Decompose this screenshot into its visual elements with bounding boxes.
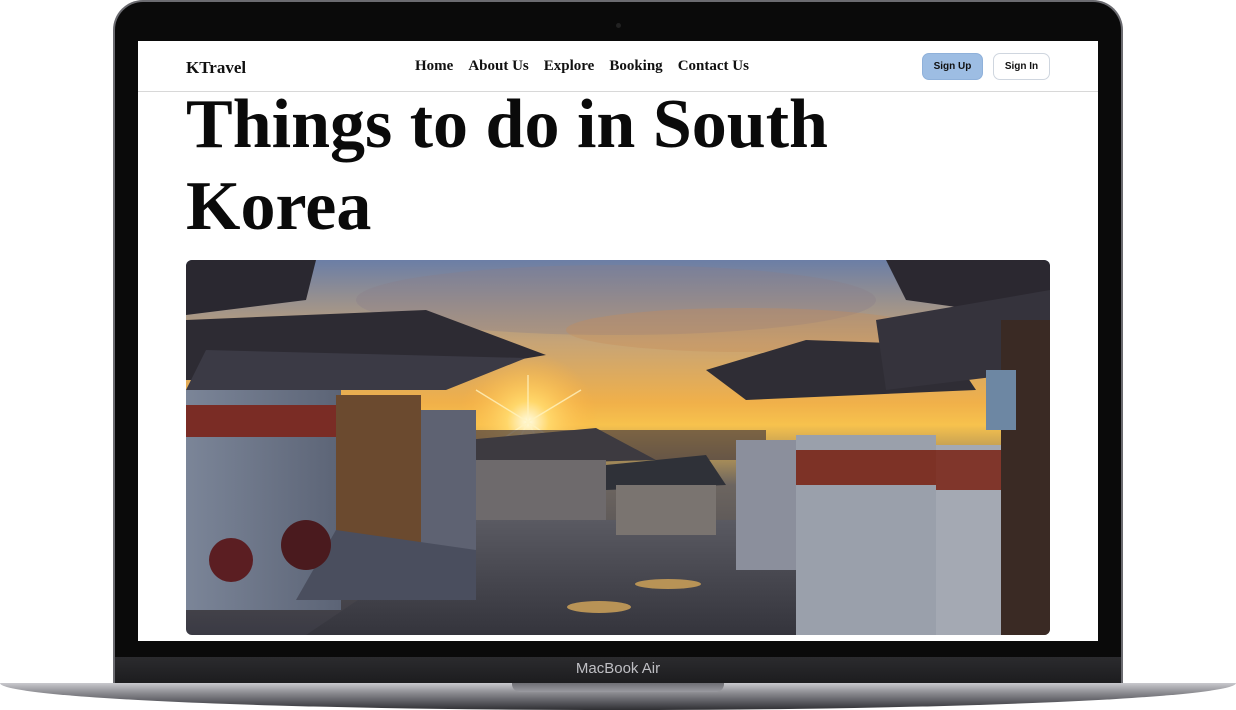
browser-screen: KTravel Home About Us Explore Booking Co… xyxy=(138,41,1098,641)
sign-in-button[interactable]: Sign In xyxy=(993,53,1050,80)
camera-dot xyxy=(616,23,621,28)
page-title: Things to do in South Korea xyxy=(186,86,828,245)
sign-up-button[interactable]: Sign Up xyxy=(922,53,983,80)
nav-link-explore[interactable]: Explore xyxy=(544,58,595,75)
nav-links: Home About Us Explore Booking Contact Us xyxy=(415,58,749,75)
hero-illustration xyxy=(186,260,1050,635)
nav-link-home[interactable]: Home xyxy=(415,58,453,75)
nav-link-contact[interactable]: Contact Us xyxy=(678,58,749,75)
nav-link-booking[interactable]: Booking xyxy=(609,58,662,75)
hero-image-hanok-village-sunset xyxy=(186,260,1050,635)
site-logo[interactable]: KTravel xyxy=(186,58,246,78)
laptop-mockup: KTravel Home About Us Explore Booking Co… xyxy=(0,0,1236,710)
device-label: MacBook Air xyxy=(575,660,661,677)
laptop-hinge-notch xyxy=(512,683,724,692)
nav-link-about[interactable]: About Us xyxy=(468,58,528,75)
